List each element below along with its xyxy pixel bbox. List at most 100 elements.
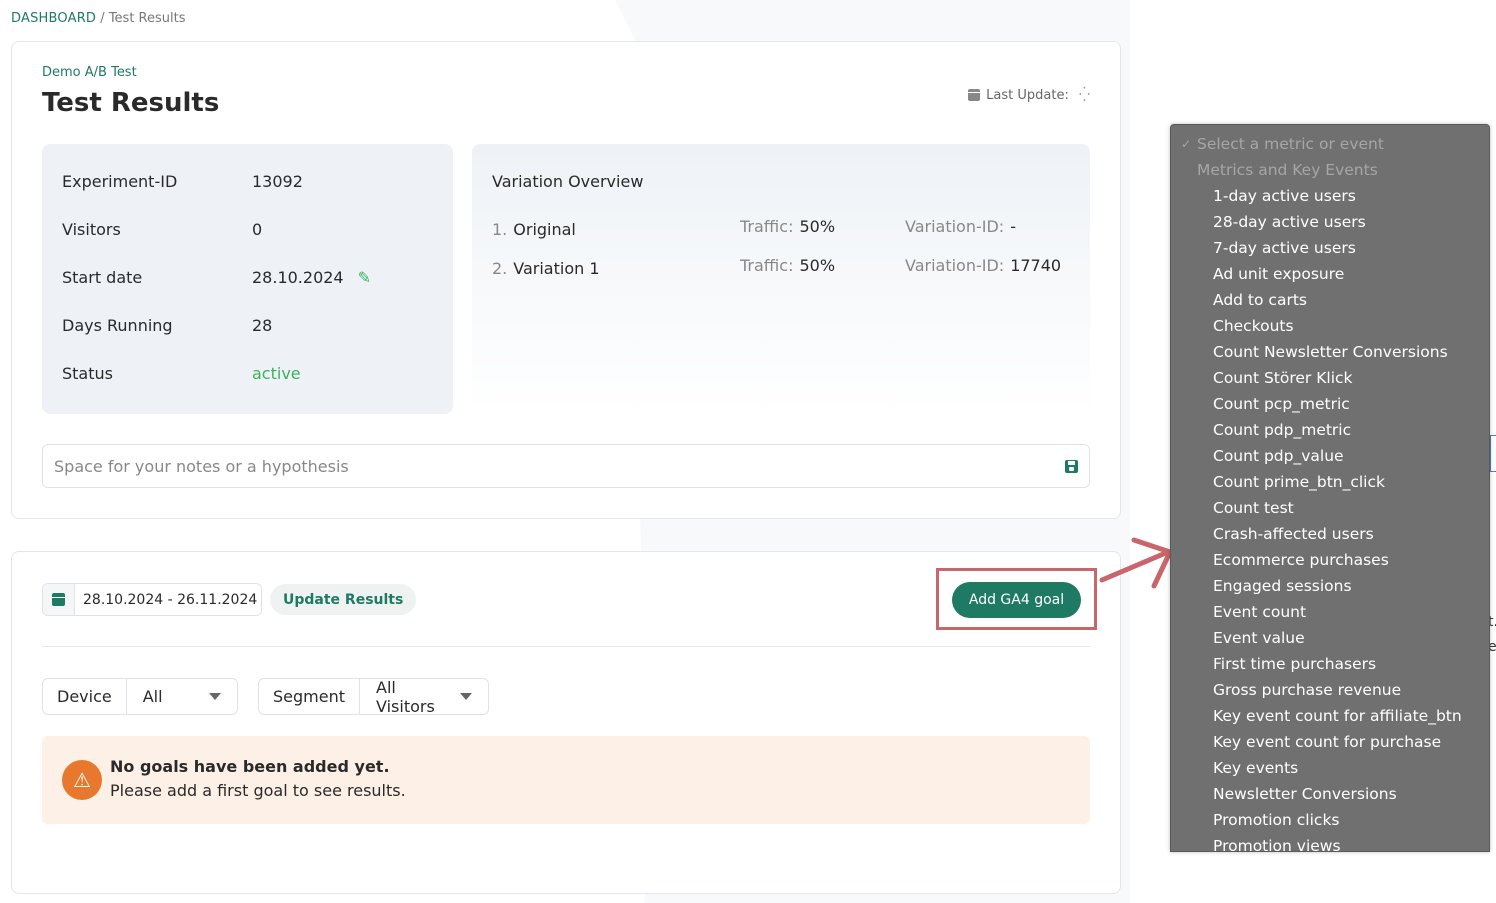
alert-body: Please add a first goal to see results. <box>110 781 406 800</box>
last-update-label: Last Update: <box>986 87 1069 103</box>
dropdown-option[interactable]: Newsletter Conversions <box>1171 781 1489 807</box>
info-row-status: Status active <box>62 364 301 383</box>
dropdown-option[interactable]: 1-day active users <box>1171 183 1489 209</box>
variation-row: 2. Variation 1 Traffic: 50% Variation-ID: 1… <box>492 256 1082 278</box>
variation-row: 1. Original Traffic: 50% Variation-ID: - <box>492 217 1082 239</box>
calendar-icon <box>52 593 65 606</box>
dropdown-option[interactable]: Gross purchase revenue <box>1171 677 1489 703</box>
variation-id-label: Variation-ID: <box>905 256 1005 275</box>
info-value: 28.10.2024 ✎ <box>252 268 371 287</box>
update-results-button[interactable]: Update Results <box>270 584 417 615</box>
chevron-down-icon <box>460 693 472 700</box>
check-icon: ✓ <box>1181 137 1192 151</box>
info-label: Days Running <box>62 316 173 335</box>
breadcrumb-separator: / <box>100 11 105 26</box>
dropdown-option[interactable]: Promotion clicks <box>1171 807 1489 833</box>
dropdown-option[interactable]: Count Newsletter Conversions <box>1171 339 1489 365</box>
dropdown-option[interactable]: Checkouts <box>1171 313 1489 339</box>
loading-spinner-icon: ⁛ <box>1078 87 1090 103</box>
no-goals-alert: ⚠ No goals have been added yet. Please a… <box>42 736 1090 824</box>
dropdown-option[interactable]: Add to carts <box>1171 287 1489 313</box>
dropdown-option[interactable]: Crash-affected users <box>1171 521 1489 547</box>
dropdown-group-label: Metrics and Key Events <box>1197 161 1378 179</box>
dropdown-option[interactable]: Event count <box>1171 599 1489 625</box>
add-ga4-goal-button[interactable]: Add GA4 goal <box>952 582 1081 618</box>
segment-selected: All Visitors <box>376 677 435 716</box>
device-value[interactable]: All <box>127 679 237 714</box>
device-selected: All <box>142 687 163 706</box>
dropdown-option[interactable]: Event value <box>1171 625 1489 651</box>
alert-heading: No goals have been added yet. <box>110 757 390 776</box>
divider <box>42 646 1090 647</box>
info-value: 28 <box>252 316 273 335</box>
dropdown-option[interactable]: Count Störer Klick <box>1171 365 1489 391</box>
variation-number: 2. <box>492 259 508 278</box>
warning-icon: ⚠ <box>62 760 102 800</box>
edge-input-fragment <box>1490 435 1496 472</box>
info-label: Visitors <box>62 220 121 239</box>
dropdown-option[interactable]: Count pcp_metric <box>1171 391 1489 417</box>
info-label: Experiment-ID <box>62 172 178 191</box>
variation-id-value: 17740 <box>1010 256 1062 275</box>
dropdown-option[interactable]: 28-day active users <box>1171 209 1489 235</box>
info-row-visitors: Visitors 0 <box>62 220 262 239</box>
info-row-start-date: Start date 28.10.2024 ✎ <box>62 268 371 287</box>
dropdown-option[interactable]: First time purchasers <box>1171 651 1489 677</box>
traffic-label: Traffic: <box>740 256 794 275</box>
dropdown-option[interactable]: Count test <box>1171 495 1489 521</box>
info-value: 13092 <box>252 172 303 191</box>
variation-name: Variation 1 <box>513 259 600 278</box>
info-label: Start date <box>62 268 143 287</box>
traffic-label: Traffic: <box>740 217 794 236</box>
dropdown-option[interactable]: Ad unit exposure <box>1171 261 1489 287</box>
results-card: 28.10.2024 - 26.11.2024 Update Results A… <box>11 551 1121 894</box>
breadcrumb-dashboard-link[interactable]: DASHBOARD <box>11 11 96 26</box>
save-icon[interactable] <box>1065 459 1078 473</box>
date-range-picker[interactable]: 28.10.2024 - 26.11.2024 <box>42 583 262 616</box>
notes-field-container <box>42 444 1090 488</box>
variation-traffic: Traffic: 50% <box>740 217 835 236</box>
variation-id-value: - <box>1010 217 1016 236</box>
page-title: Test Results <box>42 88 220 118</box>
calendar-button[interactable] <box>43 584 75 615</box>
device-select[interactable]: Device All <box>42 678 238 715</box>
dropdown-option[interactable]: Count pdp_metric <box>1171 417 1489 443</box>
page: DASHBOARD / Test Results Demo A/B Test T… <box>0 0 1496 903</box>
chevron-down-icon <box>209 693 221 700</box>
breadcrumb: DASHBOARD / Test Results <box>11 11 186 26</box>
breadcrumb-current: Test Results <box>108 11 186 26</box>
segment-label: Segment <box>259 679 360 714</box>
info-label: Status <box>62 364 113 383</box>
status-badge: active <box>252 364 301 383</box>
variation-id-label: Variation-ID: <box>905 217 1005 236</box>
variation-overview: Variation Overview 1. Original Traffic: 50… <box>472 144 1090 414</box>
segment-value[interactable]: All Visitors <box>360 677 488 716</box>
dropdown-option[interactable]: Key event count for affiliate_btn <box>1171 703 1489 729</box>
last-update: Last Update: ⁛ <box>968 87 1090 103</box>
notes-input[interactable] <box>54 456 954 476</box>
dropdown-option[interactable]: Count pdp_value <box>1171 443 1489 469</box>
info-row-experiment-id: Experiment-ID 13092 <box>62 172 303 191</box>
date-range-value[interactable]: 28.10.2024 - 26.11.2024 <box>75 584 257 615</box>
annotation-arrow <box>1099 537 1173 589</box>
traffic-value: 50% <box>799 217 836 236</box>
dropdown-option[interactable]: Key event count for purchase <box>1171 729 1489 755</box>
dropdown-option[interactable]: Engaged sessions <box>1171 573 1489 599</box>
calendar-icon <box>968 89 981 101</box>
overview-card: Demo A/B Test Test Results Last Update: … <box>11 41 1121 519</box>
pencil-icon[interactable]: ✎ <box>358 268 371 287</box>
dropdown-option[interactable]: Ecommerce purchases <box>1171 547 1489 573</box>
info-row-days-running: Days Running 28 <box>62 316 272 335</box>
variation-name: Original <box>513 220 576 239</box>
dropdown-option[interactable]: Key events <box>1171 755 1489 781</box>
traffic-value: 50% <box>799 256 836 275</box>
dropdown-option[interactable]: Promotion views <box>1171 833 1489 851</box>
dropdown-placeholder[interactable]: ✓ Select a metric or event <box>1171 131 1489 157</box>
metric-dropdown-list[interactable]: ✓ Select a metric or event Metrics and K… <box>1170 124 1490 852</box>
variation-id: Variation-ID: 17740 <box>905 256 1061 275</box>
segment-select[interactable]: Segment All Visitors <box>258 677 489 716</box>
variation-overview-title: Variation Overview <box>492 172 644 191</box>
dropdown-option[interactable]: 7-day active users <box>1171 235 1489 261</box>
dropdown-option[interactable]: Count prime_btn_click <box>1171 469 1489 495</box>
info-value: 0 <box>252 220 263 239</box>
